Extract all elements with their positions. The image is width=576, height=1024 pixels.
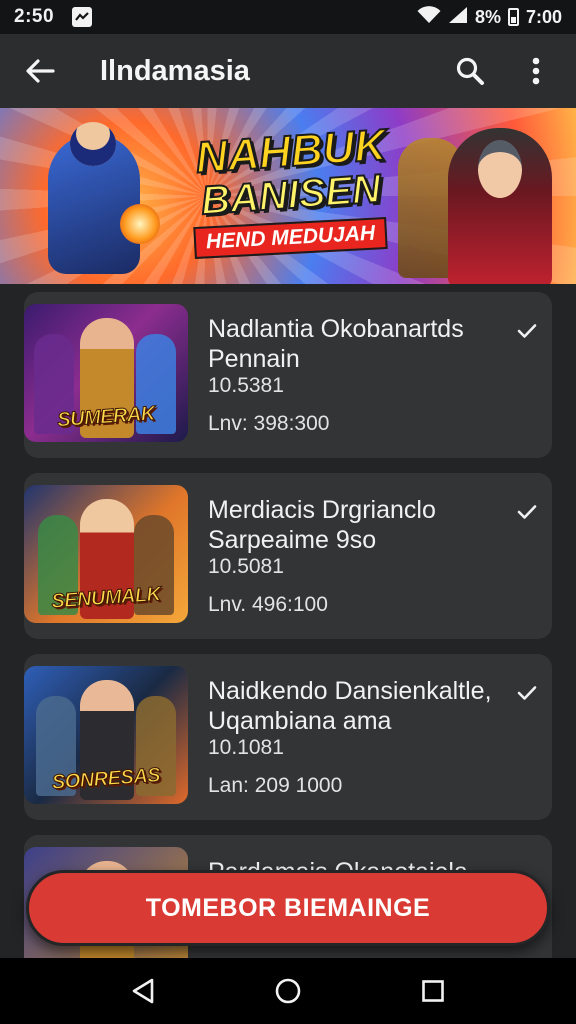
check-icon[interactable] bbox=[516, 682, 538, 704]
game-title-line2: Sarpeaime 9so bbox=[208, 526, 377, 554]
wifi-icon bbox=[417, 5, 441, 29]
banner-logo: NAHBUK BANISEN HEND MEDUJAH bbox=[166, 119, 416, 260]
game-version: 10.5081 bbox=[208, 555, 284, 578]
game-price: Lan: 209 1000 bbox=[208, 774, 343, 797]
page-title: Ilndamasia bbox=[100, 54, 250, 87]
nav-recents-icon[interactable] bbox=[413, 971, 453, 1011]
banner-fireball bbox=[120, 204, 160, 244]
nav-home-icon[interactable] bbox=[268, 971, 308, 1011]
back-arrow-icon[interactable] bbox=[18, 49, 62, 93]
game-title-line1: Naidkendo Dansienkaltle, bbox=[208, 677, 492, 705]
check-icon[interactable] bbox=[516, 320, 538, 342]
game-title: Naidkendo Dansienkaltle, Uqambiana ama bbox=[208, 676, 498, 736]
notification-icon bbox=[72, 7, 93, 27]
game-title: Merdiacis Drgrianclo Sarpeaime 9so bbox=[208, 495, 498, 555]
more-vert-icon[interactable] bbox=[514, 49, 558, 93]
status-time: 2:50 bbox=[14, 6, 55, 27]
game-version: 10.5381 bbox=[208, 374, 284, 397]
check-icon[interactable] bbox=[516, 501, 538, 523]
game-title-line2: Pennain bbox=[208, 345, 300, 373]
game-title-line1: Merdiacis Drgrianclo bbox=[208, 496, 436, 524]
nav-back-icon[interactable] bbox=[123, 971, 163, 1011]
game-thumbnail: SUMERAK bbox=[24, 304, 188, 442]
game-version: 10.1081 bbox=[208, 736, 284, 759]
game-price: Lnv. 496:100 bbox=[208, 593, 328, 616]
signal-icon bbox=[448, 6, 468, 29]
promo-banner[interactable]: NAHBUK BANISEN HEND MEDUJAH bbox=[0, 108, 576, 284]
game-title-line1: Nadlantia Okobanartds bbox=[208, 315, 464, 343]
primary-action-button[interactable]: TOMEBOR BIEMAINGE bbox=[26, 870, 550, 946]
game-list[interactable]: SUMERAK Nadlantia Okobanartds Pennain 10… bbox=[0, 284, 576, 958]
game-thumbnail: SONRESAS bbox=[24, 666, 188, 804]
list-item[interactable]: SUMERAK Nadlantia Okobanartds Pennain 10… bbox=[24, 292, 552, 458]
battery-icon bbox=[507, 8, 519, 26]
battery-percentage: 8% bbox=[474, 6, 501, 27]
app-bar-actions bbox=[448, 49, 558, 93]
system-nav-bar bbox=[0, 958, 576, 1024]
game-thumbnail: SENUMALK bbox=[24, 485, 188, 623]
list-item[interactable]: SENUMALK Merdiacis Drgrianclo Sarpeaime … bbox=[24, 473, 552, 639]
list-item[interactable]: SONRESAS Naidkendo Dansienkaltle, Uqambi… bbox=[24, 654, 552, 820]
app-bar: Ilndamasia bbox=[0, 34, 576, 108]
game-title-line2: Uqambiana ama bbox=[208, 707, 392, 735]
status-clock: 7:00 bbox=[525, 6, 562, 27]
status-icons: 8% 7:00 bbox=[417, 5, 562, 29]
status-bar: 2:50 8% 7:00 bbox=[0, 0, 576, 34]
game-price: Lnv: 398:300 bbox=[208, 412, 330, 435]
banner-tagline: HEND MEDUJAH bbox=[193, 216, 389, 260]
game-title: Nadlantia Okobanartds Pennain bbox=[208, 314, 498, 374]
banner-hero-left bbox=[48, 122, 140, 274]
search-icon[interactable] bbox=[448, 49, 492, 93]
banner-hero-right bbox=[448, 128, 552, 284]
